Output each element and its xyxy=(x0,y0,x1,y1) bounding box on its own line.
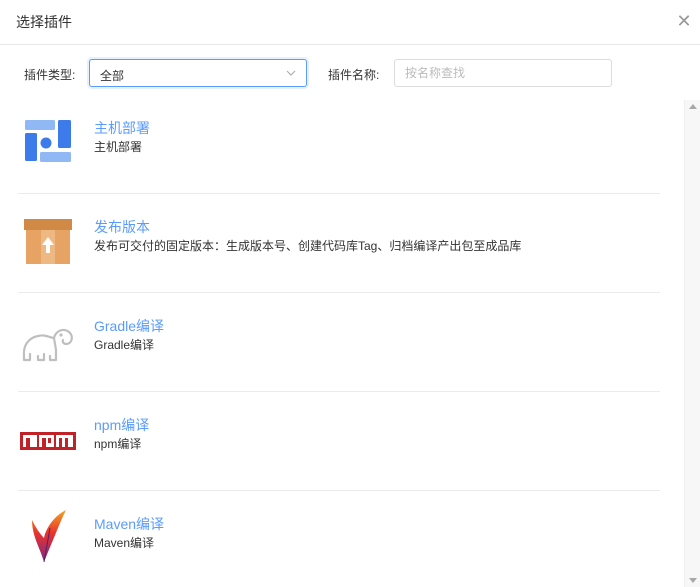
plugin-description: Gradle编译 xyxy=(94,338,155,352)
scroll-down-arrow-icon[interactable] xyxy=(689,578,697,583)
plugin-description: 发布可交付的固定版本：生成版本号、创建代码库Tag、归档编译产出包至成品库 xyxy=(94,239,522,253)
list-scrollbar[interactable] xyxy=(684,100,700,587)
npm-logo-icon xyxy=(20,432,76,450)
plugin-name-label: 插件名称: xyxy=(328,68,380,82)
plugin-item-npm[interactable]: npm编译 npm编译 xyxy=(18,393,660,491)
dialog-title: 选择插件 xyxy=(16,14,72,30)
plugin-name: Gradle编译 xyxy=(94,318,165,334)
host-deploy-icon xyxy=(25,120,71,162)
plugin-item-release-version[interactable]: 发布版本 发布可交付的固定版本：生成版本号、创建代码库Tag、归档编译产出包至成… xyxy=(18,195,660,293)
plugin-item-maven[interactable]: Maven编译 Maven编译 xyxy=(18,492,660,587)
plugin-name: 主机部署 xyxy=(94,120,150,136)
dialog-header: 选择插件 ✕ xyxy=(0,0,700,45)
plugin-name: npm编译 xyxy=(94,417,150,433)
plugin-description: 主机部署 xyxy=(94,140,143,154)
plugin-name-search-input[interactable] xyxy=(394,59,612,87)
release-box-icon xyxy=(24,219,72,264)
plugin-item-gradle[interactable]: Gradle编译 Gradle编译 xyxy=(18,294,660,392)
plugin-item-host-deploy[interactable]: 主机部署 主机部署 xyxy=(18,96,660,194)
gradle-elephant-icon xyxy=(22,328,73,362)
plugin-description: Maven编译 xyxy=(94,536,155,550)
chevron-down-icon xyxy=(286,70,296,76)
plugin-type-label: 插件类型: xyxy=(24,68,76,82)
maven-feather-icon xyxy=(32,510,66,563)
scroll-up-arrow-icon[interactable] xyxy=(689,104,697,109)
close-icon[interactable]: ✕ xyxy=(676,11,692,31)
plugin-type-value: 全部 xyxy=(100,69,125,83)
plugin-description: npm编译 xyxy=(94,437,142,451)
plugin-name: 发布版本 xyxy=(94,219,150,235)
plugin-type-select[interactable]: 全部 xyxy=(89,59,307,87)
plugin-list: 主机部署 主机部署 发布版本 发布可交付的固定版本：生成版本号、创建代码库Tag… xyxy=(0,96,684,587)
plugin-name: Maven编译 xyxy=(94,516,165,532)
filter-row: 插件类型: 全部 插件名称: xyxy=(0,58,700,88)
